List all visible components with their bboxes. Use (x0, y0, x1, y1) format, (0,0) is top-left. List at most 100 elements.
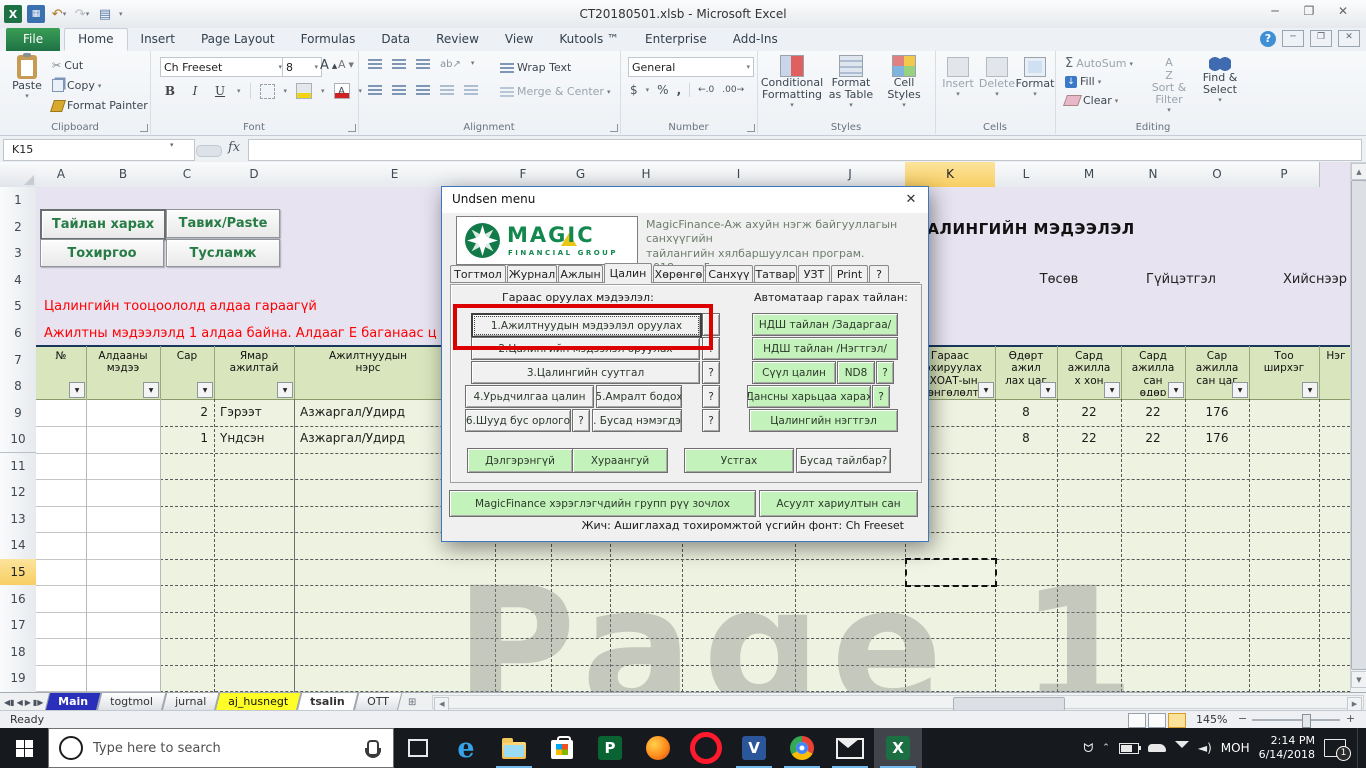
salary-deduction-button[interactable]: 3.Цалингийн суутгал (471, 361, 700, 384)
detailed-button[interactable]: Дэлгэрэнгүй (467, 448, 573, 473)
advance-salary-button[interactable]: 4.Урьдчилгаа цалин (465, 385, 594, 408)
paste-button[interactable]: Paste ▾ (8, 53, 46, 100)
merge-center-button[interactable]: Merge & Center ▾ (500, 85, 610, 98)
row-header-2[interactable]: 2 (0, 213, 37, 242)
autosum-button[interactable]: Σ AutoSum ▾ (1065, 56, 1133, 71)
column-header-M[interactable]: M (1057, 162, 1122, 188)
number-format-select[interactable]: General ▾ (628, 57, 754, 77)
help6-button[interactable]: ? (572, 409, 590, 432)
help5-button[interactable]: ? (702, 385, 720, 408)
filter-dropdown-icon[interactable]: ▼ (1104, 382, 1120, 398)
dialog-tab-татвар[interactable]: Татвар (754, 265, 797, 283)
row-header-18[interactable]: 18 (0, 638, 37, 666)
increase-decimal-icon[interactable]: ←.0 (698, 85, 714, 95)
dialog-tab-хөрөнгө[interactable]: Хөрөнгө (653, 265, 704, 283)
column-header-L[interactable]: L (995, 162, 1058, 188)
horizontal-scrollbar[interactable]: ◀ ▶ (432, 695, 1364, 711)
normal-view-icon[interactable] (1128, 713, 1146, 728)
column-header-I[interactable]: I (682, 162, 796, 188)
taskbar-app-firefox[interactable] (634, 728, 682, 768)
taskbar-app-edge[interactable]: e (442, 728, 490, 768)
taskbar-app-mail[interactable] (826, 728, 874, 768)
align-top-icon[interactable] (368, 59, 382, 69)
delete-cells-button[interactable]: Delete ▾ (979, 57, 1015, 98)
row-header-4[interactable]: 4 (0, 266, 37, 295)
action-center-icon[interactable]: 1 (1324, 739, 1351, 761)
show-hidden-icons-chevron[interactable]: ⌃ (1102, 743, 1110, 753)
mic-icon[interactable] (365, 740, 381, 758)
column-header-A[interactable]: A (36, 162, 87, 188)
report-view-button[interactable]: Тайлан харах (40, 209, 166, 240)
faq-button[interactable]: Асуулт хариултын сан (759, 490, 918, 517)
format-as-table-button[interactable]: Format as Table ▾ (825, 55, 877, 109)
zoom-slider-thumb[interactable] (1302, 714, 1311, 728)
borders-icon[interactable] (259, 83, 275, 99)
alignment-dialog-launcher[interactable] (610, 124, 618, 132)
filter-dropdown-icon[interactable]: ▼ (277, 382, 293, 398)
font-dialog-launcher[interactable] (348, 124, 356, 132)
ribbon-tab-enterprise[interactable]: Enterprise (632, 28, 720, 51)
salary-summary-button[interactable]: Цалингийн нэгтгэл (749, 409, 898, 432)
help7-button[interactable]: ? (702, 409, 720, 432)
brief-button[interactable]: Хураангуй (572, 448, 668, 473)
last-sheet-icon[interactable]: ▮▶ (33, 698, 44, 707)
align-middle-icon[interactable] (392, 59, 406, 69)
font-size-select[interactable]: 8 ▾ (282, 57, 322, 77)
restore-button[interactable]: ❐ (1294, 2, 1324, 22)
dialog-title-bar[interactable]: Undsen menu ✕ (442, 187, 928, 213)
sheet-tab-jurnal[interactable]: jurnal (162, 693, 220, 711)
ribbon-tab-page-layout[interactable]: Page Layout (188, 28, 288, 51)
onedrive-icon[interactable] (1147, 744, 1166, 752)
row-header-17[interactable]: 17 (0, 611, 37, 640)
comma-icon[interactable]: , (677, 83, 682, 97)
name-box[interactable]: K15 (3, 139, 195, 161)
fill-color-icon[interactable] (296, 83, 313, 99)
column-header-J[interactable]: J (795, 162, 906, 188)
sheet-tab-aj-husnegt[interactable]: aj_husnegt (215, 693, 302, 711)
column-header-F[interactable]: F (495, 162, 552, 188)
dialog-tab-[interactable]: ? (869, 265, 889, 283)
taskbar-search[interactable]: Type here to search (48, 728, 394, 768)
dialog-tab-цалин[interactable]: Цалин (604, 263, 652, 283)
help-icon[interactable]: ? (1260, 30, 1276, 47)
page-break-view-icon[interactable] (1168, 713, 1186, 728)
shrink-font-icon[interactable]: A ▼ (338, 58, 354, 71)
next-sheet-icon[interactable]: ▶ (25, 698, 31, 707)
prev-sheet-icon[interactable]: ◀ (17, 698, 23, 707)
orientation-icon[interactable]: ab↗ (440, 59, 461, 70)
taskbar-app-excel[interactable]: X (874, 728, 922, 768)
row-header-6[interactable]: 6 (0, 319, 37, 348)
row-header-3[interactable]: 3 (0, 240, 37, 268)
minimize-button[interactable]: ─ (1260, 2, 1290, 22)
account-ratio-button[interactable]: Дансны харьцаа харах (747, 385, 871, 408)
dialog-tab-print[interactable]: Print (831, 265, 868, 283)
row-header-7[interactable]: 7 (0, 346, 37, 374)
formula-input[interactable] (248, 139, 1362, 161)
people-icon[interactable]: ᗢ (1083, 741, 1093, 756)
zoom-level[interactable]: 145% (1196, 713, 1227, 726)
row-header-11[interactable]: 11 (0, 452, 37, 481)
dialog-close-icon[interactable]: ✕ (902, 191, 920, 209)
filter-dropdown-icon[interactable]: ▼ (197, 382, 213, 398)
battery-icon[interactable] (1118, 742, 1141, 754)
row-header-12[interactable]: 12 (0, 479, 37, 507)
find-select-button[interactable]: Find & Select ▾ (1195, 56, 1245, 104)
horizontal-scroll-thumb[interactable] (953, 697, 1066, 711)
delete-button[interactable]: Устгах (684, 448, 794, 473)
filter-dropdown-icon[interactable]: ▼ (1040, 382, 1056, 398)
taskbar-app-file-explorer[interactable] (490, 728, 538, 768)
scroll-down-icon[interactable]: ▼ (1351, 671, 1366, 688)
number-dialog-launcher[interactable] (747, 124, 755, 132)
filter-dropdown-icon[interactable]: ▼ (1232, 382, 1248, 398)
row-header-19[interactable]: 19 (0, 664, 37, 692)
filter-dropdown-icon[interactable]: ▼ (143, 382, 159, 398)
percent-icon[interactable]: % (657, 83, 668, 97)
dialog-tab-ажлын[interactable]: Ажлын (558, 265, 603, 283)
select-all-corner[interactable] (0, 162, 37, 188)
clock[interactable]: 2:14 PM 6/14/2018 (1259, 734, 1315, 762)
filter-dropdown-icon[interactable]: ▼ (69, 382, 85, 398)
conditional-formatting-button[interactable]: Conditional Formatting ▾ (761, 55, 823, 109)
row-header-1[interactable]: 1 (0, 187, 37, 215)
cut-button[interactable]: ✂ Cut (52, 59, 83, 72)
wifi-icon[interactable] (1174, 740, 1189, 756)
